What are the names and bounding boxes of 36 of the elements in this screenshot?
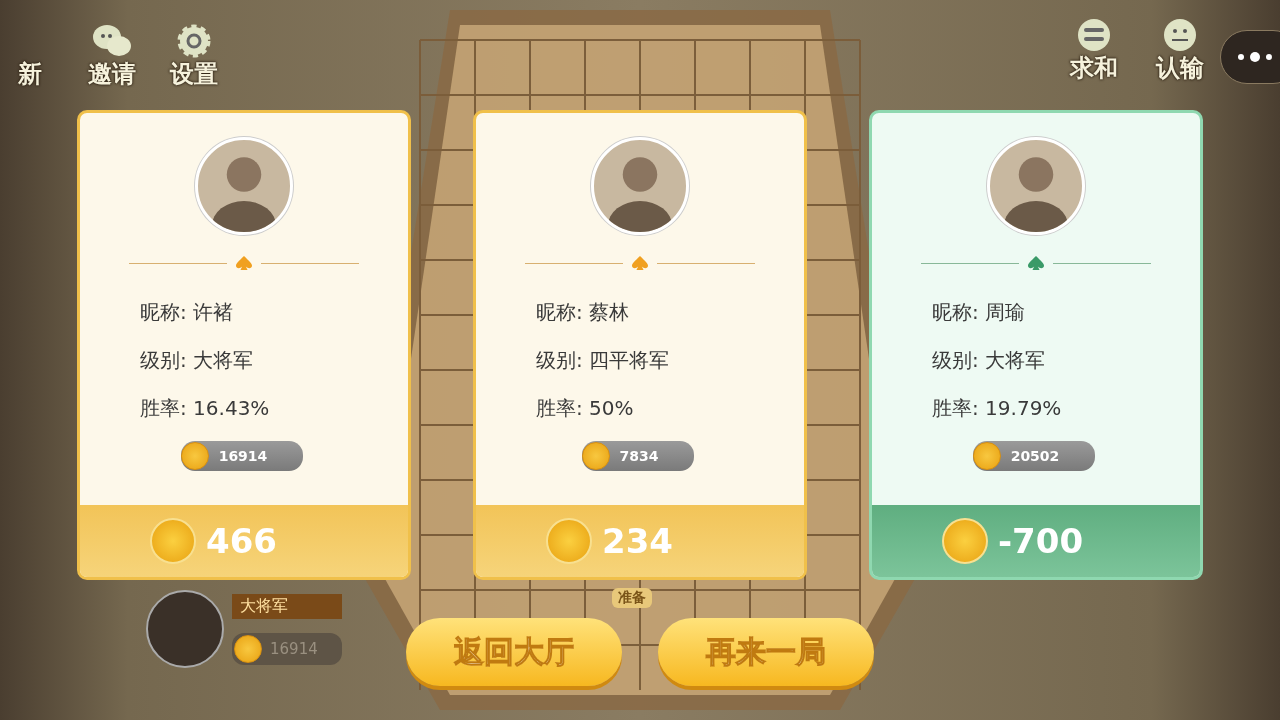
toolbar-button[interactable]: 认输 (1150, 18, 1210, 84)
rank-text: 级别: 四平将军 (536, 347, 670, 373)
coin-icon (150, 518, 196, 564)
nickname-text: 昵称: 许褚 (140, 299, 235, 325)
winrate-text: 胜率: 50% (536, 395, 635, 421)
coin-count: 20502 (1010, 448, 1060, 464)
score-change: -700 (998, 521, 1084, 561)
winrate-text: 胜率: 19.79% (932, 395, 1062, 421)
rank-text: 级别: 大将军 (140, 347, 255, 373)
more-dots-icon (1235, 51, 1275, 63)
toolbar-button[interactable]: 新 (0, 24, 60, 90)
coin-icon (180, 442, 209, 470)
nickname-text: 昵称: 蔡林 (536, 299, 631, 325)
coin-icon (581, 442, 610, 470)
chat-bubbles-icon (92, 24, 132, 58)
toolbar-button[interactable]: 求和 (1064, 18, 1124, 84)
toolbar-button[interactable]: 邀请 (82, 24, 142, 90)
coin-icon (234, 634, 262, 663)
spade-icon (235, 255, 253, 271)
coin-count: 16914 (270, 639, 318, 658)
coin-icon (546, 518, 592, 564)
score-change: 466 (206, 521, 277, 561)
spade-icon (631, 255, 649, 271)
rank-text: 级别: 大将军 (932, 347, 1047, 373)
winrate-text: 胜率: 16.43% (140, 395, 270, 421)
coin-icon (942, 518, 988, 564)
score-change: 234 (602, 521, 673, 561)
toolbar-button[interactable]: 设置 (164, 24, 224, 90)
coin-icon (972, 442, 1001, 470)
nickname-text: 昵称: 周瑜 (932, 299, 1027, 325)
ready-badge: 准备 (612, 588, 652, 608)
spade-icon (1027, 255, 1045, 271)
player-rank: 大将军 (232, 593, 342, 619)
coin-count: 7834 (619, 448, 659, 464)
coin-count: 16914 (218, 448, 268, 464)
more-menu-button[interactable] (1220, 30, 1280, 84)
